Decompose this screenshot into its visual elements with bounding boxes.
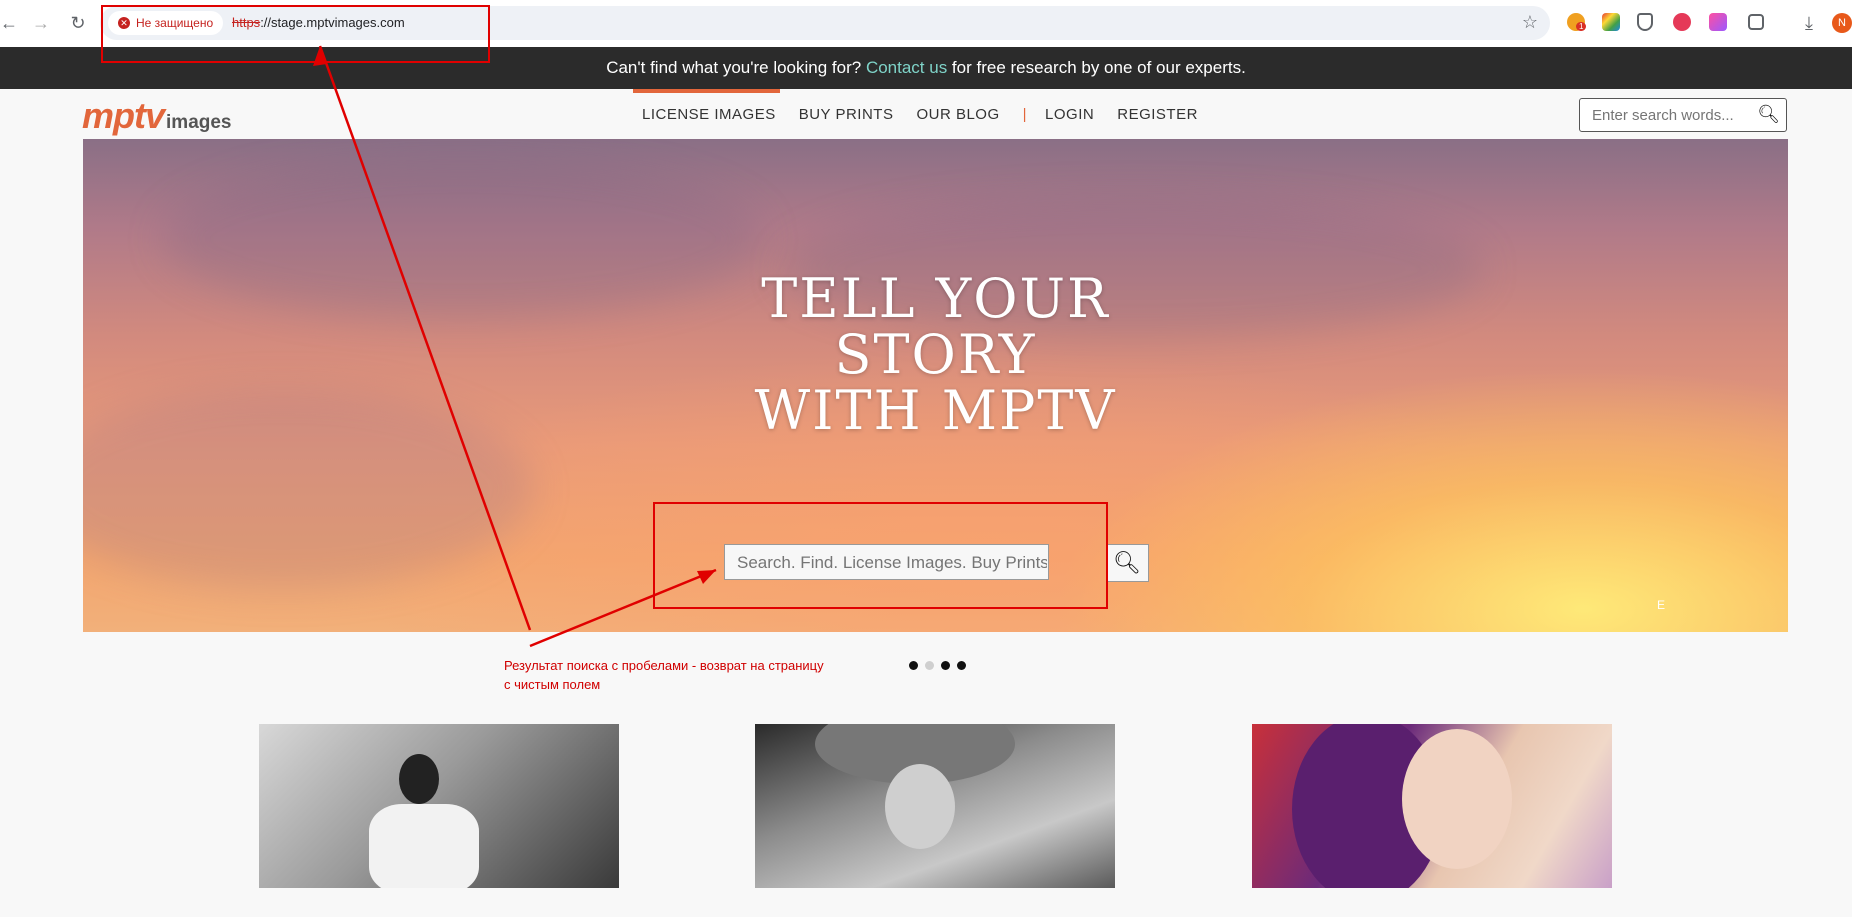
annotation-arrow-line	[529, 568, 717, 648]
arrow-head-icon	[697, 570, 716, 584]
annotation-arrows	[313, 45, 717, 648]
annotation-note-line: Результат поиска с пробелами - возврат н…	[504, 658, 824, 673]
annotation-note: Результат поиска с пробелами - возврат н…	[504, 656, 824, 694]
annotation-arrow-line	[318, 45, 532, 631]
annotation-note-line: с чистым полем	[504, 677, 601, 692]
